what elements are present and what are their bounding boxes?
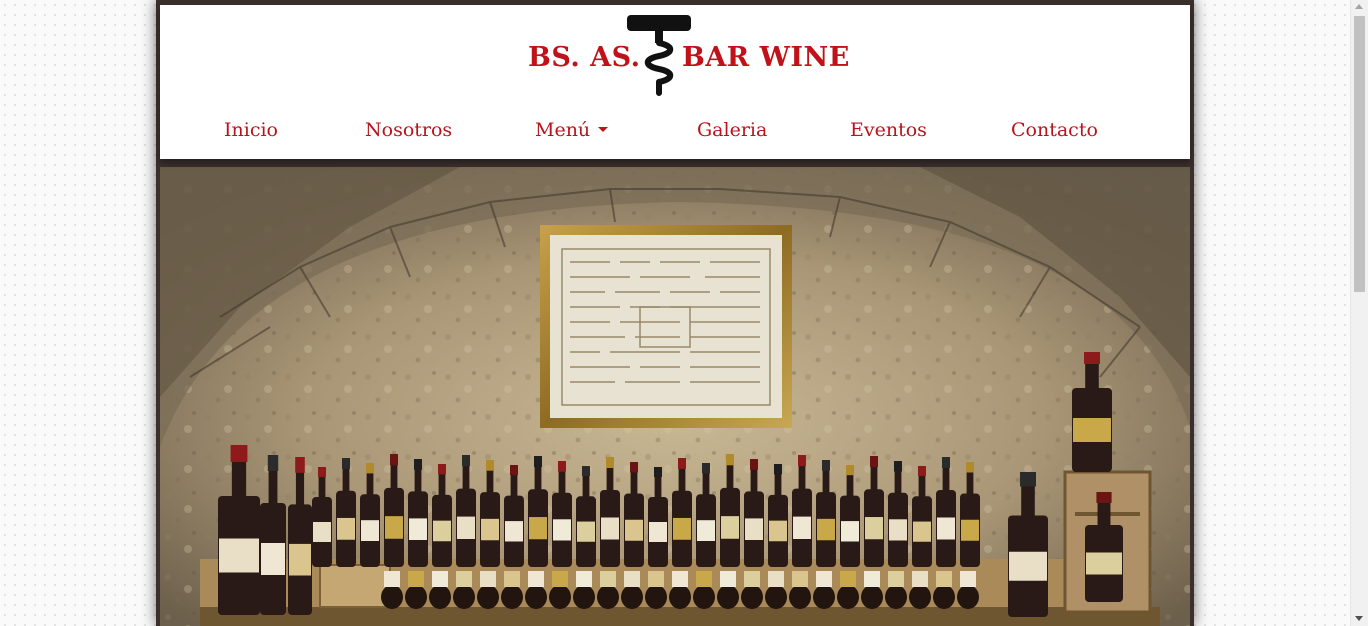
- lying-bottle: [693, 585, 715, 609]
- lying-bottle: [405, 585, 427, 609]
- lying-bottle: [429, 585, 451, 609]
- bottle-label: [552, 571, 568, 587]
- bottle-label: [888, 571, 904, 587]
- bottle-label: [600, 571, 616, 587]
- bottle-label: [480, 571, 496, 587]
- bottle-label: [840, 571, 856, 587]
- bottle-label: [792, 571, 808, 587]
- lying-bottle: [885, 585, 907, 609]
- lying-bottle: [501, 585, 523, 609]
- bottle-label: [960, 571, 976, 587]
- bottle-label: [408, 571, 424, 587]
- lying-bottle: [477, 585, 499, 609]
- bottle-label: [624, 571, 640, 587]
- lying-bottle: [861, 585, 883, 609]
- nav-item-inicio[interactable]: Inicio: [224, 119, 278, 141]
- bottle-label: [912, 571, 928, 587]
- logo-text-right: BAR WINE: [682, 42, 850, 73]
- lying-bottle: [837, 585, 859, 609]
- lying-bottle: [957, 585, 979, 609]
- lying-bottle: [381, 585, 403, 609]
- lying-bottle: [525, 585, 547, 609]
- wine-cellar-photo: [160, 167, 1190, 626]
- main-nav: Inicio Nosotros Menú Galeria Eventos Con…: [160, 113, 1190, 153]
- lying-bottle: [789, 585, 811, 609]
- lying-bottle: [669, 585, 691, 609]
- bottle-label: [696, 571, 712, 587]
- lying-bottle: [717, 585, 739, 609]
- lying-bottle: [765, 585, 787, 609]
- logo-text-left: BS. AS.: [528, 42, 641, 73]
- hero-image: [160, 167, 1190, 626]
- bottle-label: [576, 571, 592, 587]
- nav-item-menu[interactable]: Menú: [535, 119, 609, 141]
- nav-item-contacto[interactable]: Contacto: [1011, 119, 1098, 141]
- lying-bottle: [933, 585, 955, 609]
- bottle-label: [648, 571, 664, 587]
- bottle-label: [672, 571, 688, 587]
- scroll-down-arrow-icon[interactable]: [1355, 616, 1363, 621]
- bottle-label: [432, 571, 448, 587]
- bottle-label: [528, 571, 544, 587]
- lying-bottle: [549, 585, 571, 609]
- scroll-thumb[interactable]: [1354, 16, 1365, 292]
- bottle-label: [504, 571, 520, 587]
- lying-bottle: [453, 585, 475, 609]
- scroll-up-arrow-icon[interactable]: [1355, 4, 1363, 9]
- page-container: BS. AS. BAR WINE Inicio Nosotros Menú Ga…: [156, 0, 1194, 626]
- lying-bottle: [645, 585, 667, 609]
- bottle-label: [768, 571, 784, 587]
- lying-bottle: [741, 585, 763, 609]
- nav-item-menu-label: Menú: [535, 119, 591, 141]
- site-header: BS. AS. BAR WINE Inicio Nosotros Menú Ga…: [160, 5, 1190, 159]
- lying-bottle: [909, 585, 931, 609]
- bottle-label: [720, 571, 736, 587]
- page-scrollbar[interactable]: [1350, 0, 1368, 626]
- nav-item-eventos[interactable]: Eventos: [850, 119, 927, 141]
- lying-bottle: [621, 585, 643, 609]
- bottle-label: [744, 571, 760, 587]
- bottle-label: [456, 571, 472, 587]
- bottle-label: [816, 571, 832, 587]
- bottle-label: [864, 571, 880, 587]
- caret-down-icon: [598, 126, 609, 132]
- lying-bottle: [597, 585, 619, 609]
- nav-item-nosotros[interactable]: Nosotros: [365, 119, 452, 141]
- lying-bottle: [813, 585, 835, 609]
- bottle-label: [936, 571, 952, 587]
- nav-item-galeria[interactable]: Galeria: [697, 119, 767, 141]
- lying-bottle: [573, 585, 595, 609]
- site-logo[interactable]: BS. AS. BAR WINE: [526, 15, 849, 101]
- bottle-label: [384, 571, 400, 587]
